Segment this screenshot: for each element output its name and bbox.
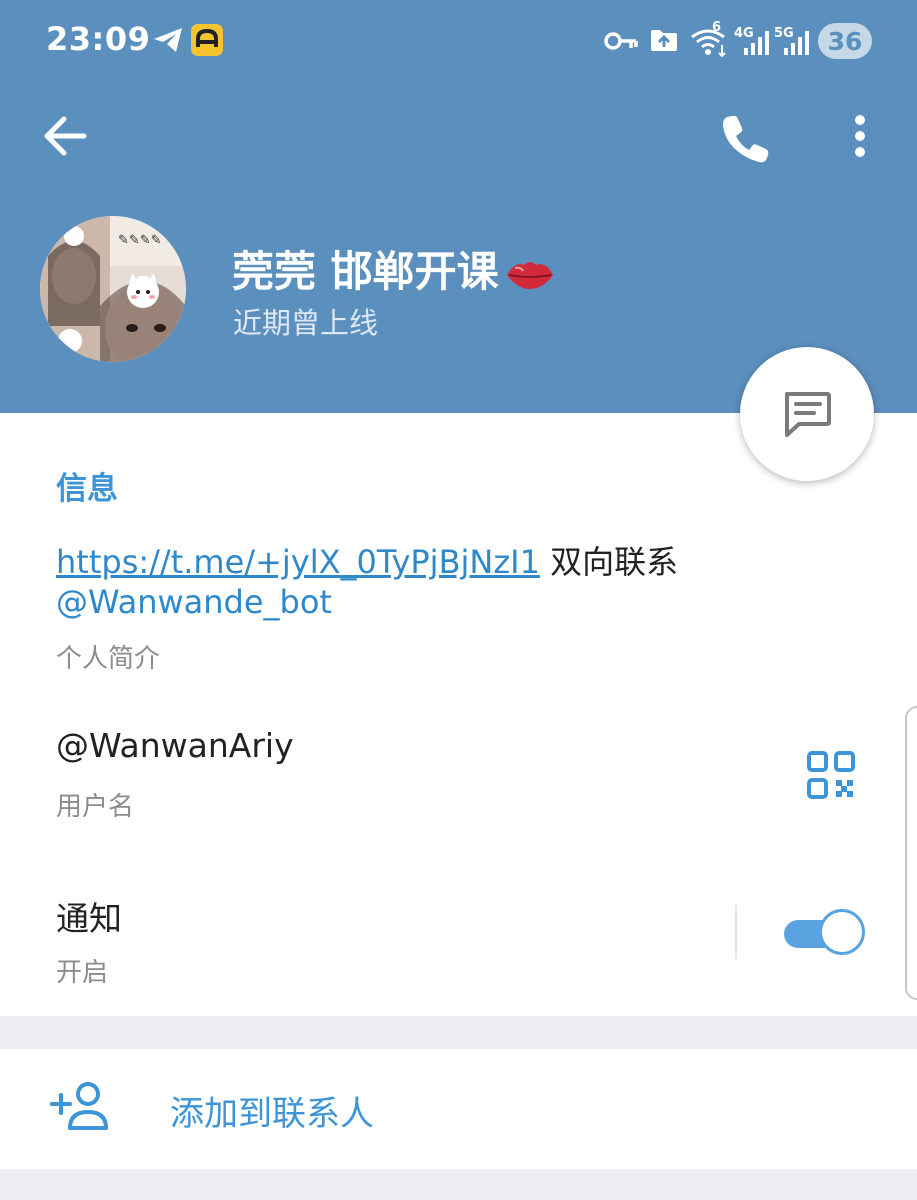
bio-text: 双向联系	[539, 543, 679, 581]
bio-line: https://t.me/+jylX_0TyPjBjNzI1 双向联系	[56, 537, 678, 583]
qr-code-icon[interactable]	[806, 750, 856, 800]
profile-name-text: 莞莞 邯郸开课	[232, 247, 499, 296]
avatar[interactable]: ✎✎✎✎	[40, 216, 186, 362]
wifi-badge: 6	[712, 20, 722, 35]
vpn-key-icon	[604, 32, 638, 50]
message-icon	[785, 392, 831, 437]
profile-header: 23:09 6 4G 5G 36 ✎✎✎✎ 莞莞 邯郸开课 近期曾上线	[0, 0, 917, 413]
info-section-title: 信息	[56, 471, 118, 507]
signal-icon	[784, 31, 809, 55]
kiss-lips-icon	[506, 261, 553, 289]
bio-link[interactable]: https://t.me/+jylX_0TyPjBjNzI1	[56, 543, 540, 581]
toggle-knob	[819, 909, 865, 955]
battery-level: 36	[827, 26, 863, 56]
add-person-icon[interactable]	[50, 1080, 110, 1132]
bio-label: 个人简介	[56, 644, 161, 674]
username-label: 用户名	[56, 792, 135, 822]
add-contact-row[interactable]	[0, 1049, 917, 1169]
avatar-photo: ✎✎✎✎	[40, 216, 186, 362]
yellow-app-icon	[191, 24, 223, 56]
wifi-icon	[691, 29, 726, 57]
notifications-title: 通知	[56, 899, 122, 938]
more-options-button[interactable]	[840, 110, 880, 166]
bio-bot-mention[interactable]: @Wanwande_bot	[56, 583, 332, 621]
status-time: 23:09	[46, 20, 151, 58]
send-message-button[interactable]	[740, 347, 874, 481]
notifications-state: 开启	[56, 958, 109, 988]
profile-status: 近期曾上线	[233, 306, 379, 340]
username-value[interactable]: @WanwanAriy	[56, 726, 294, 765]
call-button[interactable]	[718, 110, 774, 166]
info-card	[0, 413, 917, 1016]
profile-name: 莞莞 邯郸开课	[232, 238, 557, 299]
back-button[interactable]	[40, 110, 92, 162]
phone-icon	[723, 115, 769, 163]
battery-indicator: 36	[818, 23, 872, 59]
more-vertical-icon	[855, 115, 865, 157]
arrow-left-icon	[44, 116, 87, 156]
telegram-icon	[154, 28, 182, 52]
svg-text:✎✎✎✎: ✎✎✎✎	[118, 233, 162, 248]
upload-icon	[651, 30, 677, 51]
divider	[735, 905, 737, 959]
status-bar: 23:09 6 4G 5G 36	[0, 0, 917, 80]
scrollbar[interactable]	[905, 706, 917, 1000]
notifications-toggle[interactable]	[782, 908, 866, 958]
add-contact-label[interactable]: 添加到联系人	[170, 1086, 374, 1135]
signal-icon	[744, 31, 769, 55]
